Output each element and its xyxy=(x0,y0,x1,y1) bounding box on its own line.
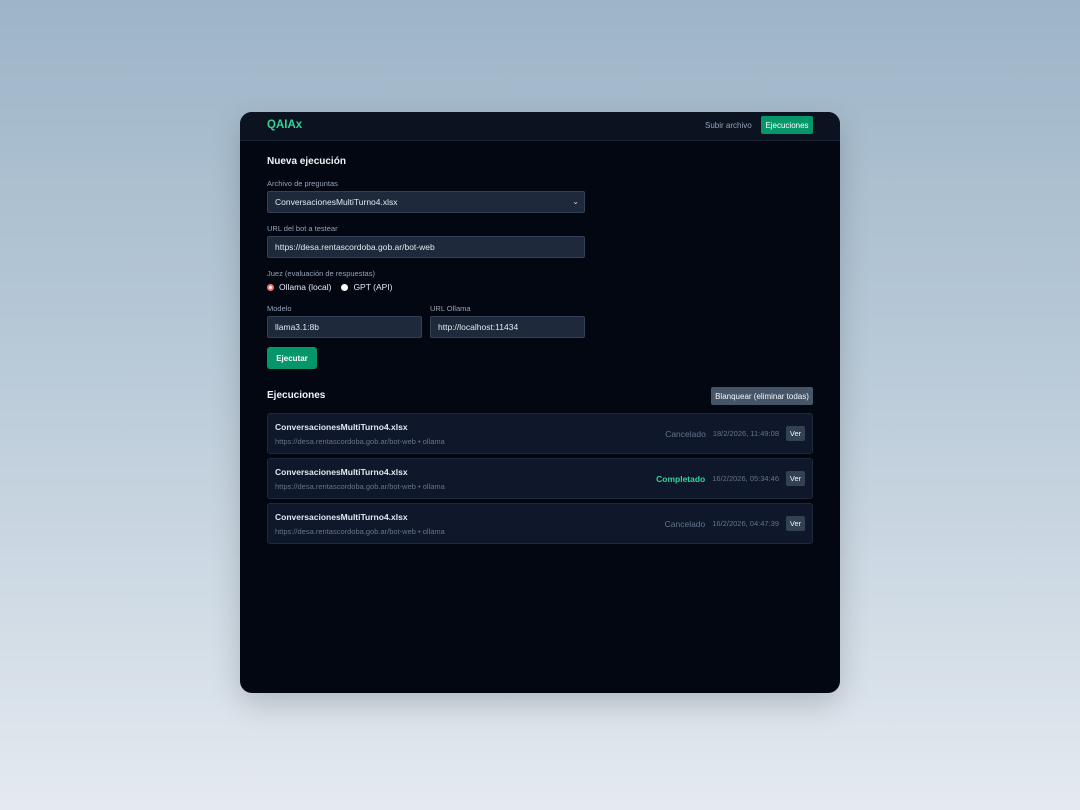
file-select-value: ConversacionesMultiTurno4.xlsx xyxy=(275,197,398,207)
run-meta: https://desa.rentascordoba.gob.ar/bot-we… xyxy=(275,482,445,491)
run-url: https://desa.rentascordoba.gob.ar/bot-we… xyxy=(275,527,416,536)
run-url: https://desa.rentascordoba.gob.ar/bot-we… xyxy=(275,482,416,491)
ollama-url-label: URL Ollama xyxy=(430,304,471,313)
clear-all-button[interactable]: Blanquear (eliminar todas) xyxy=(711,387,813,405)
run-card: ConversacionesMultiTurno4.xlsx https://d… xyxy=(267,458,813,499)
run-card: ConversacionesMultiTurno4.xlsx https://d… xyxy=(267,503,813,544)
form-title: Nueva ejecución xyxy=(267,156,346,167)
runs-title: Ejecuciones xyxy=(267,390,326,401)
view-button[interactable]: Ver xyxy=(786,516,805,531)
view-button[interactable]: Ver xyxy=(786,426,805,441)
app-window: QAIAx Subir archivo Ejecuciones Nueva ej… xyxy=(240,112,840,693)
nav-runs-button[interactable]: Ejecuciones xyxy=(761,116,813,134)
nav-upload-file[interactable]: Subir archivo xyxy=(705,121,752,130)
radio-ollama[interactable] xyxy=(267,283,274,291)
execute-button[interactable]: Ejecutar xyxy=(267,347,317,369)
brand-logo[interactable]: QAIAx xyxy=(267,119,302,131)
judge-label: Juez (evaluación de respuestas) xyxy=(267,269,375,278)
run-status: Cancelado xyxy=(664,518,706,529)
radio-gpt-label[interactable]: GPT (API) xyxy=(353,282,392,292)
run-right: Cancelado 18/2/2026, 11:49:08 Ver xyxy=(665,426,805,441)
radio-ollama-label[interactable]: Ollama (local) xyxy=(279,282,331,292)
run-meta: https://desa.rentascordoba.gob.ar/bot-we… xyxy=(275,527,445,536)
file-select[interactable]: ConversacionesMultiTurno4.xlsx ⌄ xyxy=(267,191,585,213)
run-file-name: ConversacionesMultiTurno4.xlsx xyxy=(275,512,408,522)
run-date: 18/2/2026, 11:49:08 xyxy=(712,429,779,438)
run-date: 16/2/2026, 04:47:39 xyxy=(712,519,779,528)
file-label: Archivo de preguntas xyxy=(267,179,338,188)
run-date: 16/2/2026, 05:34:46 xyxy=(712,474,779,483)
chevron-down-icon: ⌄ xyxy=(572,197,579,206)
run-meta: https://desa.rentascordoba.gob.ar/bot-we… xyxy=(275,437,445,446)
run-judge: • ollama xyxy=(418,437,445,446)
url-label: URL del bot a testear xyxy=(267,224,338,233)
ollama-url-input[interactable]: http://localhost:11434 xyxy=(430,316,585,338)
run-right: Cancelado 16/2/2026, 04:47:39 Ver xyxy=(665,516,805,531)
run-judge: • ollama xyxy=(418,527,445,536)
run-card: ConversacionesMultiTurno4.xlsx https://d… xyxy=(267,413,813,454)
radio-gpt[interactable] xyxy=(341,283,349,291)
run-right: Completado 16/2/2026, 05:34:46 Ver xyxy=(656,471,805,486)
run-status: Completado xyxy=(656,473,706,484)
run-file-name: ConversacionesMultiTurno4.xlsx xyxy=(275,422,408,432)
run-judge: • ollama xyxy=(418,482,445,491)
bot-url-input[interactable]: https://desa.rentascordoba.gob.ar/bot-we… xyxy=(267,236,585,258)
model-label: Modelo xyxy=(267,304,292,313)
run-status: Cancelado xyxy=(665,428,706,439)
top-navbar: QAIAx Subir archivo Ejecuciones xyxy=(240,112,840,141)
run-url: https://desa.rentascordoba.gob.ar/bot-we… xyxy=(275,437,416,446)
run-file-name: ConversacionesMultiTurno4.xlsx xyxy=(275,467,408,477)
judge-radio-group: Ollama (local) GPT (API) xyxy=(267,282,392,292)
view-button[interactable]: Ver xyxy=(786,471,805,486)
model-input[interactable]: llama3.1:8b xyxy=(267,316,422,338)
